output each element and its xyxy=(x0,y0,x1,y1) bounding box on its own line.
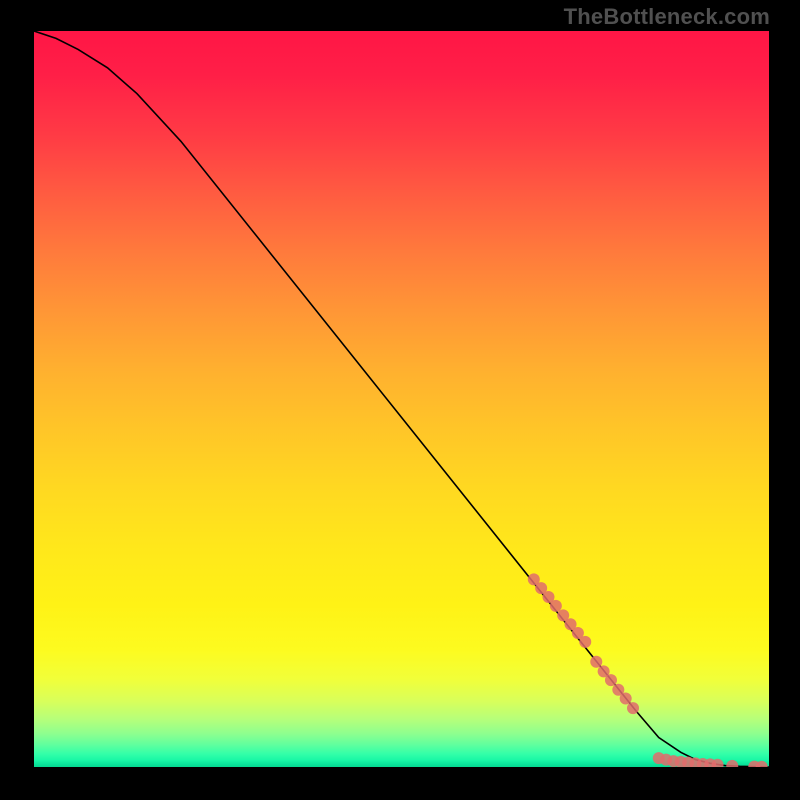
chart-svg xyxy=(34,31,769,767)
data-point-marker xyxy=(550,600,562,612)
main-curve-line xyxy=(34,31,769,767)
data-point-marker xyxy=(627,702,639,714)
data-point-marker xyxy=(590,656,602,668)
chart-stage: TheBottleneck.com xyxy=(0,0,800,800)
data-point-marker xyxy=(579,636,591,648)
marker-layer xyxy=(528,573,768,767)
data-point-marker xyxy=(726,760,738,767)
data-point-marker xyxy=(605,674,617,686)
watermark-text: TheBottleneck.com xyxy=(564,4,770,30)
data-point-marker xyxy=(620,693,632,705)
plot-area xyxy=(34,31,769,767)
